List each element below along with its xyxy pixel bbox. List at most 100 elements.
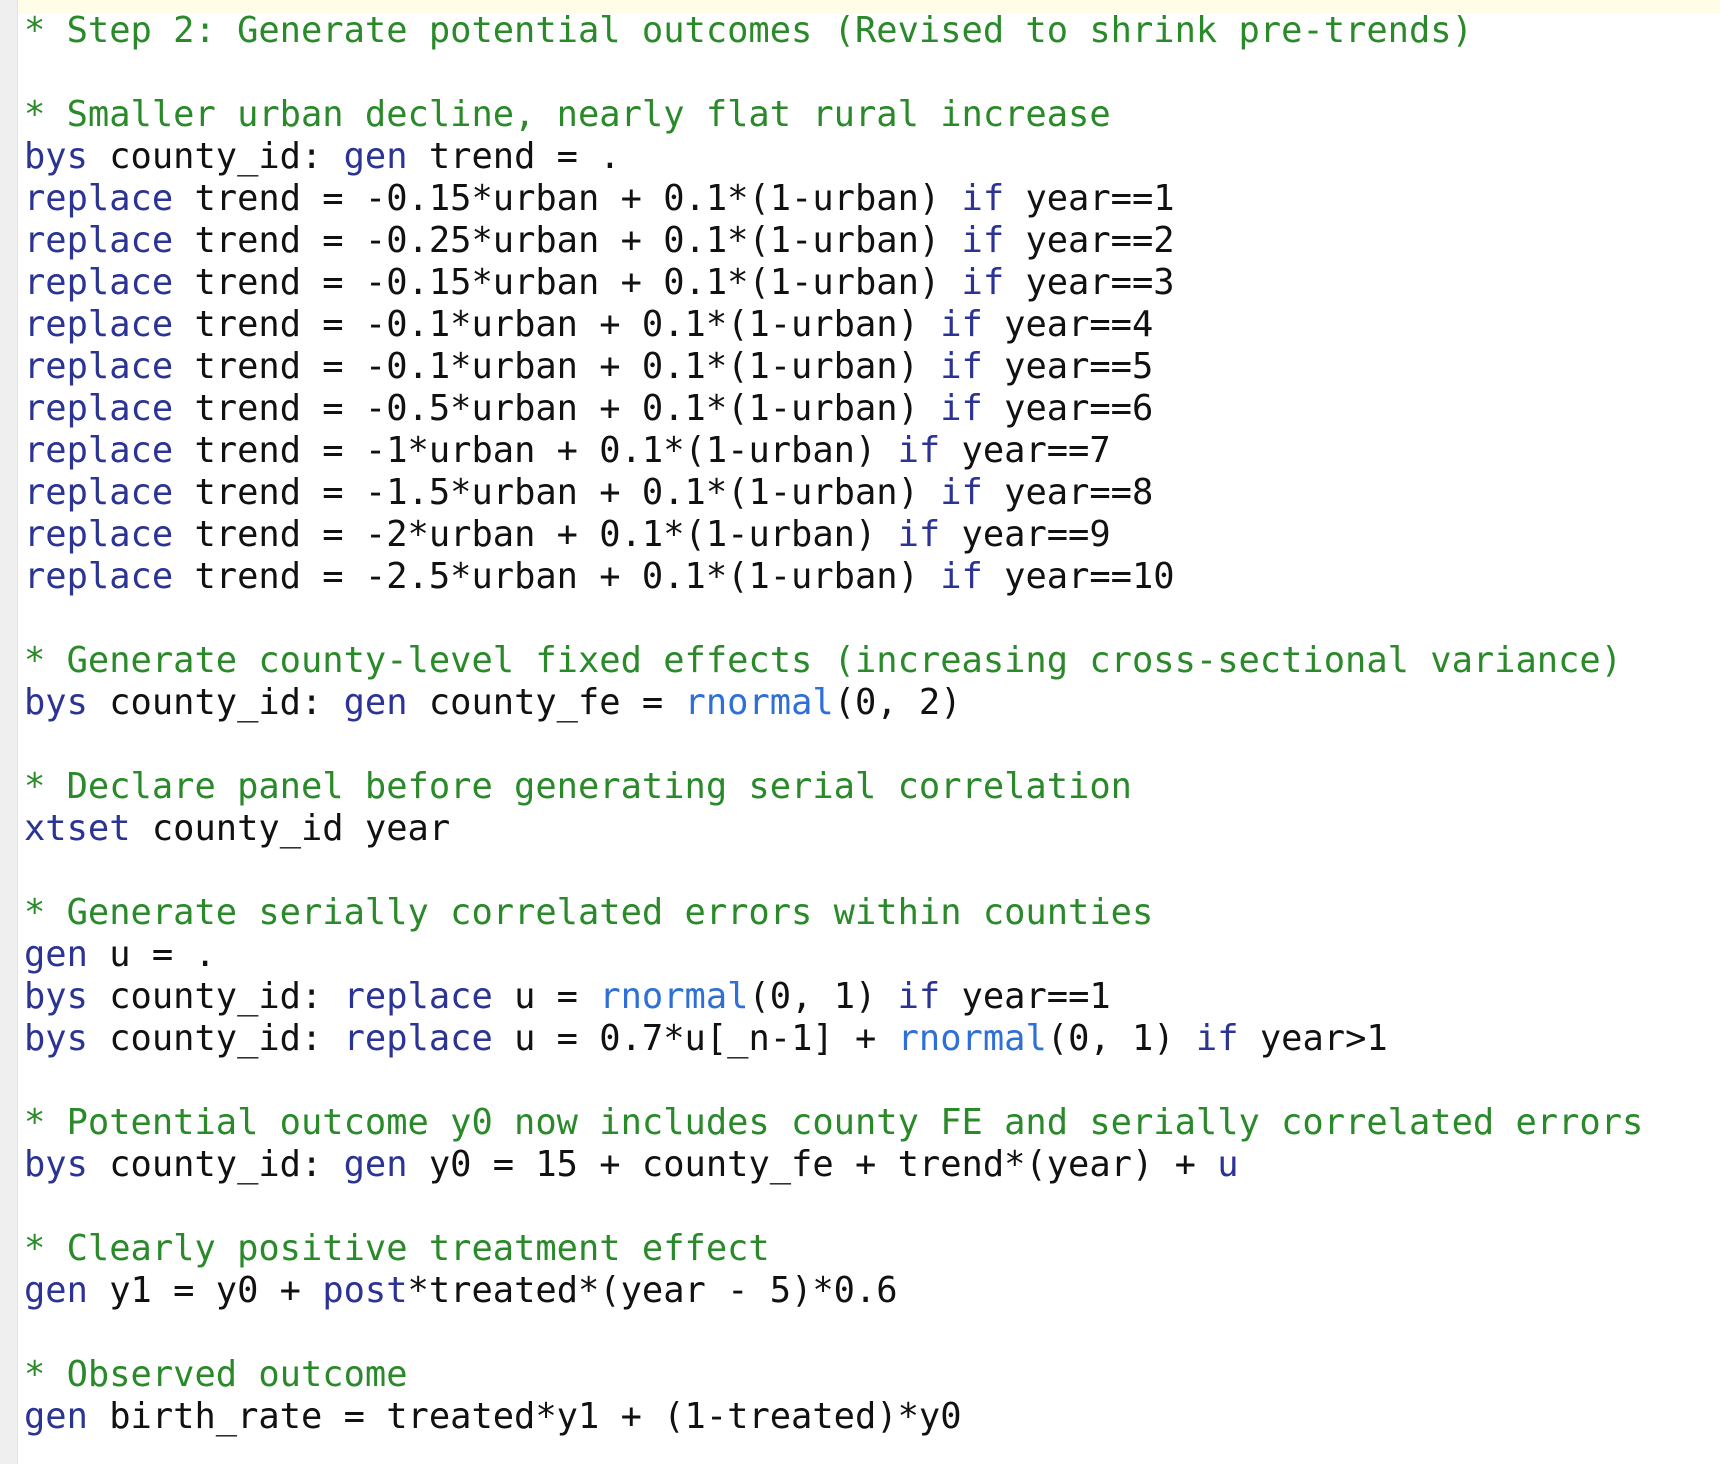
code-text: year==2 xyxy=(1004,220,1175,261)
code-text: trend = -1.5*urban + 0.1*(1-urban) xyxy=(173,472,941,513)
code-comment: * Smaller urban decline, nearly flat rur… xyxy=(24,94,1111,135)
code-line[interactable]: replace trend = -1.5*urban + 0.1*(1-urba… xyxy=(24,472,1643,514)
editor-gutter xyxy=(0,0,18,1464)
code-text: trend = -0.25*urban + 0.1*(1-urban) xyxy=(173,220,962,261)
code-line[interactable]: replace trend = -0.15*urban + 0.1*(1-urb… xyxy=(24,178,1643,220)
code-line[interactable] xyxy=(24,1060,1643,1102)
code-text: trend = -2*urban + 0.1*(1-urban) xyxy=(173,514,898,555)
code-text: year==7 xyxy=(940,430,1111,471)
code-text: (0, 1) xyxy=(1046,1018,1196,1059)
code-line[interactable]: bys county_id: gen county_fe = rnormal(0… xyxy=(24,682,1643,724)
code-keyword: replace xyxy=(24,388,174,429)
code-keyword: if xyxy=(940,472,983,513)
code-keyword: bys xyxy=(24,682,88,723)
code-text: trend = . xyxy=(407,136,621,177)
code-text: trend = -0.1*urban + 0.1*(1-urban) xyxy=(173,304,941,345)
code-line[interactable]: xtset county_id year xyxy=(24,808,1643,850)
code-comment: * Generate county-level fixed effects (i… xyxy=(24,640,1623,681)
code-area[interactable]: * Step 2: Generate potential outcomes (R… xyxy=(24,10,1643,1438)
code-line[interactable]: replace trend = -0.15*urban + 0.1*(1-urb… xyxy=(24,262,1643,304)
code-line[interactable] xyxy=(24,598,1643,640)
code-keyword: bys xyxy=(24,1144,88,1185)
code-text: (0, 2) xyxy=(833,682,962,723)
code-function: rnormal xyxy=(897,1018,1047,1059)
code-text: birth_rate = treated*y1 + (1-treated)*y0 xyxy=(87,1396,962,1437)
code-line[interactable]: * Clearly positive treatment effect xyxy=(24,1228,1643,1270)
code-keyword: bys xyxy=(24,976,88,1017)
code-keyword: replace xyxy=(24,346,174,387)
code-line[interactable]: replace trend = -0.25*urban + 0.1*(1-urb… xyxy=(24,220,1643,262)
code-line[interactable]: * Observed outcome xyxy=(24,1354,1643,1396)
code-text: year==10 xyxy=(982,556,1175,597)
code-line[interactable]: * Generate serially correlated errors wi… xyxy=(24,892,1643,934)
code-line[interactable]: * Declare panel before generating serial… xyxy=(24,766,1643,808)
code-comment: * Step 2: Generate potential outcomes (R… xyxy=(24,10,1473,51)
code-text: year==6 xyxy=(982,388,1154,429)
code-text: trend = -0.15*urban + 0.1*(1-urban) xyxy=(173,262,962,303)
code-editor[interactable]: * Step 2: Generate potential outcomes (R… xyxy=(0,0,1720,1464)
code-text: year==9 xyxy=(940,514,1111,555)
code-keyword: replace xyxy=(343,1018,493,1059)
code-line[interactable]: replace trend = -0.1*urban + 0.1*(1-urba… xyxy=(24,346,1643,388)
code-text: county_fe = xyxy=(407,682,685,723)
code-comment: * Clearly positive treatment effect xyxy=(24,1228,770,1269)
code-keyword: gen xyxy=(24,1396,88,1437)
code-keyword: replace xyxy=(24,430,174,471)
code-line[interactable]: replace trend = -2*urban + 0.1*(1-urban)… xyxy=(24,514,1643,556)
code-line[interactable]: gen y1 = y0 + post*treated*(year - 5)*0.… xyxy=(24,1270,1643,1312)
code-text: year==1 xyxy=(1004,178,1175,219)
code-keyword: replace xyxy=(24,556,174,597)
code-line[interactable]: bys county_id: gen trend = . xyxy=(24,136,1643,178)
code-text: county_id: xyxy=(87,1144,344,1185)
code-line[interactable]: * Generate county-level fixed effects (i… xyxy=(24,640,1643,682)
code-comment: * Generate serially correlated errors wi… xyxy=(24,892,1154,933)
code-line[interactable]: * Potential outcome y0 now includes coun… xyxy=(24,1102,1643,1144)
code-text: trend = -0.5*urban + 0.1*(1-urban) xyxy=(173,388,941,429)
code-text: year==8 xyxy=(982,472,1154,513)
code-text: trend = -2.5*urban + 0.1*(1-urban) xyxy=(173,556,941,597)
code-line[interactable]: bys county_id: replace u = 0.7*u[_n-1] +… xyxy=(24,1018,1643,1060)
code-keyword: gen xyxy=(24,934,88,975)
code-line[interactable]: bys county_id: replace u = rnormal(0, 1)… xyxy=(24,976,1643,1018)
code-keyword: if xyxy=(961,178,1005,219)
code-keyword: if xyxy=(940,304,983,345)
code-keyword: replace xyxy=(24,220,174,261)
code-keyword: u xyxy=(1217,1144,1239,1185)
code-keyword: if xyxy=(940,556,983,597)
code-text: county_id: xyxy=(87,976,344,1017)
code-line[interactable]: * Smaller urban decline, nearly flat rur… xyxy=(24,94,1643,136)
code-text: year>1 xyxy=(1238,1018,1388,1059)
code-keyword: bys xyxy=(24,1018,88,1059)
code-comment: * Potential outcome y0 now includes coun… xyxy=(24,1102,1644,1143)
code-keyword: post xyxy=(322,1270,408,1311)
code-line[interactable]: bys county_id: gen y0 = 15 + county_fe +… xyxy=(24,1144,1643,1186)
code-keyword: gen xyxy=(24,1270,88,1311)
code-line[interactable] xyxy=(24,850,1643,892)
code-line[interactable]: replace trend = -1*urban + 0.1*(1-urban)… xyxy=(24,430,1643,472)
code-keyword: replace xyxy=(24,304,174,345)
code-line[interactable]: replace trend = -0.5*urban + 0.1*(1-urba… xyxy=(24,388,1643,430)
code-line[interactable] xyxy=(24,52,1643,94)
code-line[interactable]: gen birth_rate = treated*y1 + (1-treated… xyxy=(24,1396,1643,1438)
code-keyword: if xyxy=(940,388,983,429)
code-line[interactable]: replace trend = -0.1*urban + 0.1*(1-urba… xyxy=(24,304,1643,346)
code-text: county_id year xyxy=(130,808,451,849)
code-keyword: if xyxy=(1195,1018,1239,1059)
code-line[interactable] xyxy=(24,1312,1643,1354)
code-line[interactable]: * Step 2: Generate potential outcomes (R… xyxy=(24,10,1643,52)
code-function: rnormal xyxy=(599,976,749,1017)
code-keyword: gen xyxy=(343,136,408,177)
code-text: y0 = 15 + county_fe + trend*(year) + xyxy=(407,1144,1218,1185)
code-function: rnormal xyxy=(684,682,834,723)
code-line[interactable] xyxy=(24,1186,1643,1228)
code-keyword: replace xyxy=(24,178,174,219)
code-text: year==3 xyxy=(1004,262,1175,303)
code-keyword: xtset xyxy=(24,808,131,849)
code-keyword: if xyxy=(897,430,941,471)
code-text: u = 0.7*u[_n-1] + xyxy=(492,1018,898,1059)
code-line[interactable]: replace trend = -2.5*urban + 0.1*(1-urba… xyxy=(24,556,1643,598)
code-text: year==5 xyxy=(982,346,1154,387)
code-keyword: replace xyxy=(24,472,174,513)
code-line[interactable] xyxy=(24,724,1643,766)
code-line[interactable]: gen u = . xyxy=(24,934,1643,976)
